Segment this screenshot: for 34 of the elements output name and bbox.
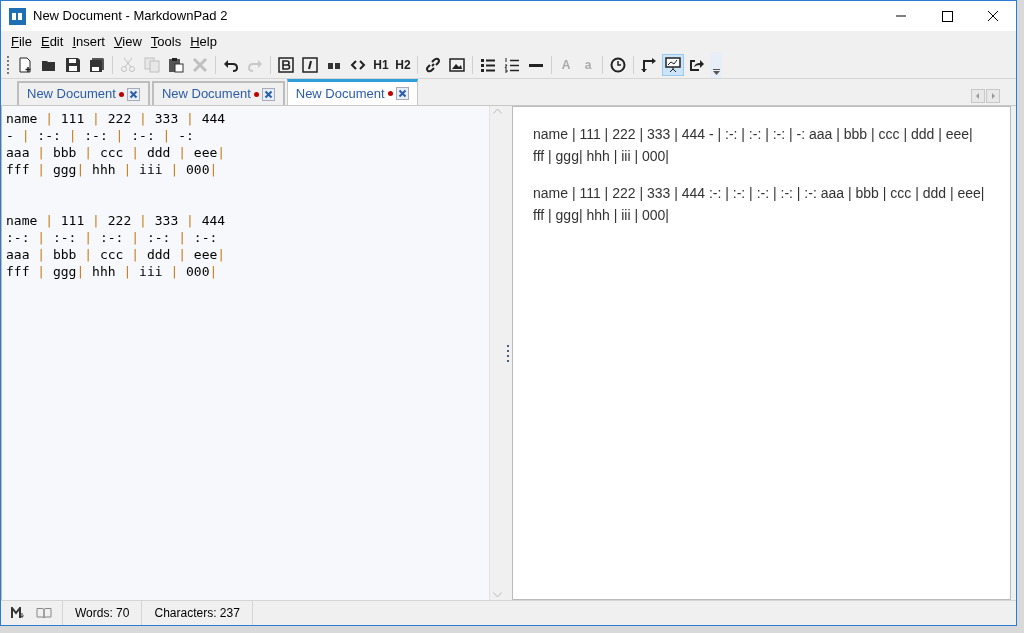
close-tab-icon[interactable] — [395, 87, 409, 100]
grip-icon[interactable] — [507, 344, 510, 362]
preview-paragraph: name | 111 | 222 | 333 | 444 :-: | :-: | :-: | :-: | :-: aaa | bbb | ccc | ddd | eee| fff | ggg| hhh | iii | 000| — [533, 184, 985, 225]
overflow-button[interactable] — [710, 52, 722, 78]
toolbar-button[interactable]: H1 — [371, 54, 391, 76]
menu-item[interactable]: Insert — [68, 31, 109, 52]
preview-paragraph: name | 111 | 222 | 333 | 444 - | :-: | :-: | :-: | -: aaa | bbb | ccc | ddd | eee| fff | ggg| hhh | iii | 000| — [533, 125, 974, 166]
menu-item[interactable]: Help — [186, 31, 221, 52]
code-line: :-: | :-: | :-: | :-: | :-: — [6, 229, 219, 246]
code-line: - | :-: | :-: | :-: | -: — [6, 127, 195, 144]
word-count: Words: 70 — [62, 601, 143, 625]
code-line: fff | ggg| hhh | iii | 000| — [6, 161, 219, 178]
code-line: aaa | bbb | ccc | ddd | eee| — [6, 246, 227, 263]
document-tab[interactable]: New Document — [151, 81, 285, 105]
document-tab[interactable]: New Document — [286, 79, 418, 105]
menu-item[interactable]: View — [109, 31, 146, 52]
caret-icon[interactable] — [712, 69, 720, 75]
markdown-icon[interactable] — [11, 607, 24, 619]
toolbar-grip[interactable] — [7, 56, 10, 74]
code-line: aaa | bbb | ccc | ddd | eee| — [6, 144, 227, 161]
code-line: name | 111 | 222 | 333 | 444 — [6, 212, 227, 229]
window-title: New Document - MarkdownPad 2 — [33, 7, 228, 26]
code-line: fff | ggg| hhh | iii | 000| — [6, 263, 219, 280]
close-tab-icon[interactable] — [261, 87, 275, 101]
app-logo-icon — [9, 7, 26, 25]
menu-item[interactable]: Tools — [146, 31, 186, 52]
document-tab[interactable]: New Document — [17, 81, 150, 105]
close-tab-icon[interactable] — [126, 87, 140, 101]
code-line: name | 111 | 222 | 333 | 444 — [6, 110, 227, 127]
book-icon[interactable] — [36, 607, 52, 619]
toolbar-button[interactable]: H2 — [393, 54, 413, 76]
character-count: Characters: 237 — [142, 601, 253, 625]
menu-item[interactable]: Edit — [36, 31, 68, 52]
menu-item[interactable]: File — [7, 31, 36, 52]
